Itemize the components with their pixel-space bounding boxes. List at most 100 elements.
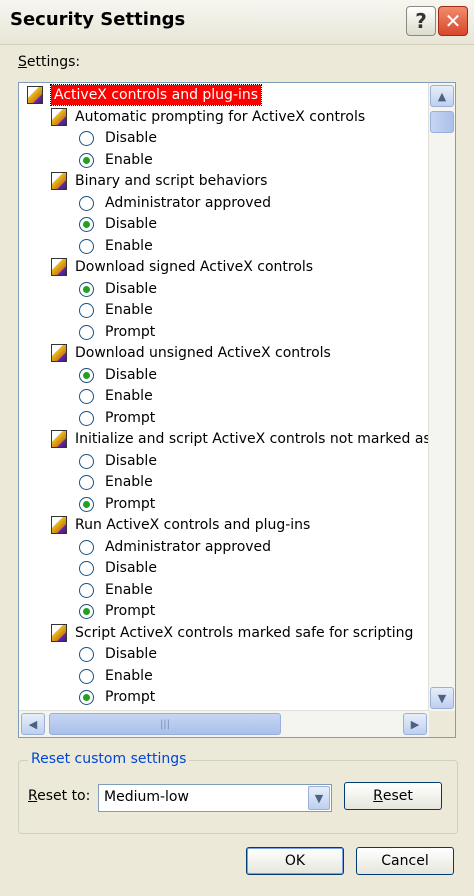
radio-option[interactable]: Disable (19, 279, 429, 299)
radio-option-label: Administrator approved (105, 194, 272, 211)
settings-tree[interactable]: ActiveX controls and plug-ins Automatic p… (18, 82, 456, 738)
radio-button[interactable] (79, 238, 94, 254)
radio-option[interactable]: Enable (19, 386, 429, 406)
scroll-up-button[interactable]: ▲ (430, 85, 454, 107)
scroll-right-button[interactable]: ▶ (403, 713, 427, 735)
radio-button-checked[interactable] (79, 690, 94, 705)
reset-level-dropdown[interactable]: Medium-low ▼ (98, 784, 332, 812)
reset-group-title: Reset custom settings (28, 751, 190, 767)
vertical-scrollbar[interactable]: ▲ ▼ (428, 83, 455, 711)
radio-button-checked[interactable] (79, 496, 94, 512)
radio-option[interactable]: Administrator approved (19, 193, 429, 213)
radio-option-label: Enable (105, 474, 153, 490)
horizontal-scrollbar[interactable]: ◀ ||| ▶ (19, 710, 429, 737)
tree-category-item[interactable]: Automatic prompting for ActiveX controls (19, 107, 429, 127)
settings-category-icon (51, 258, 67, 276)
radio-option[interactable]: Disable (19, 365, 429, 385)
radio-button[interactable] (79, 131, 94, 146)
tree-root-item[interactable]: ActiveX controls and plug-ins (19, 84, 429, 106)
settings-label: Settings: (18, 54, 81, 70)
tree-item-label: Binary and script behaviors (75, 173, 268, 189)
radio-option[interactable]: Enable (19, 472, 429, 492)
radio-button[interactable] (79, 453, 94, 469)
radio-option-label: Enable (105, 388, 153, 404)
radio-button[interactable] (79, 195, 94, 211)
radio-option-label: Disable (105, 560, 157, 576)
radio-option-label: Prompt (105, 409, 156, 426)
help-button[interactable]: ? (406, 6, 436, 36)
tree-item-label: Script ActiveX controls marked safe for … (75, 624, 414, 641)
radio-option[interactable]: Disable (19, 644, 429, 664)
radio-option-label: Prompt (105, 495, 156, 512)
radio-option[interactable]: Administrator approved (19, 537, 429, 557)
radio-option[interactable]: Prompt (19, 408, 429, 428)
radio-button[interactable] (79, 582, 94, 598)
radio-button-checked[interactable] (79, 604, 94, 619)
radio-button[interactable] (79, 668, 94, 684)
cancel-button[interactable]: Cancel (356, 847, 454, 875)
radio-button-checked[interactable] (79, 281, 94, 297)
radio-option[interactable]: Prompt (19, 494, 429, 514)
scroll-down-button[interactable]: ▼ (430, 687, 454, 709)
settings-category-icon (51, 172, 67, 190)
tree-category-item[interactable]: Download signed ActiveX controls (19, 257, 429, 277)
settings-category-icon (51, 430, 67, 448)
radio-option[interactable]: Enable (19, 150, 429, 170)
radio-option[interactable]: Enable (19, 300, 429, 320)
chevron-down-icon[interactable]: ▼ (308, 786, 330, 810)
tree-item-label: ActiveX controls and plug-ins (49, 84, 263, 106)
tree-category-item[interactable]: Binary and script behaviors (19, 171, 429, 191)
radio-button-checked[interactable] (79, 367, 94, 383)
tree-category-item[interactable]: Download unsigned ActiveX controls (19, 343, 429, 363)
radio-option-label: Administrator approved (105, 538, 272, 555)
radio-option-label: Disable (105, 452, 157, 469)
radio-option-label: Disable (105, 280, 157, 297)
radio-option[interactable]: Enable (19, 580, 429, 600)
radio-option[interactable]: Disable (19, 451, 429, 471)
ok-button[interactable]: OK (246, 847, 344, 875)
tree-item-label: Run ActiveX controls and plug-ins (75, 517, 311, 533)
radio-option[interactable]: Prompt (19, 601, 429, 621)
radio-option-label: Prompt (105, 323, 156, 340)
radio-option[interactable]: Prompt (19, 687, 429, 707)
radio-option[interactable]: Disable (19, 128, 429, 148)
radio-option[interactable]: Enable (19, 236, 429, 256)
settings-category-icon (51, 516, 67, 534)
radio-option[interactable]: Disable (19, 214, 429, 234)
radio-button[interactable] (79, 324, 94, 340)
radio-option-label: Disable (105, 366, 157, 383)
radio-option[interactable]: Enable (19, 666, 429, 686)
title-bar: Security Settings ? ✕ (0, 0, 474, 45)
radio-option-label: Enable (105, 151, 153, 168)
radio-button[interactable] (79, 539, 94, 555)
radio-button[interactable] (79, 389, 94, 404)
radio-button[interactable] (79, 475, 94, 490)
reset-to-label: Reset to: (28, 788, 91, 804)
tree-category-item[interactable]: Initialize and script ActiveX controls n… (19, 429, 455, 449)
window-title: Security Settings (10, 9, 186, 30)
tree-item-label: Initialize and script ActiveX controls n… (75, 431, 456, 447)
radio-option[interactable]: Disable (19, 558, 429, 578)
vertical-scroll-thumb[interactable] (430, 111, 454, 133)
tree-category-item[interactable]: Script ActiveX controls marked safe for … (19, 623, 429, 643)
radio-option-label: Enable (105, 667, 153, 684)
radio-option-label: Enable (105, 237, 153, 254)
reset-button[interactable]: Reset (344, 782, 442, 810)
tree-item-label: Download signed ActiveX controls (75, 259, 314, 275)
radio-button-checked[interactable] (79, 217, 94, 232)
tree-category-item[interactable]: Run ActiveX controls and plug-ins (19, 515, 429, 535)
radio-button-checked[interactable] (79, 152, 94, 168)
horizontal-scroll-thumb[interactable]: ||| (49, 713, 281, 735)
radio-button[interactable] (79, 410, 94, 426)
radio-option[interactable]: Prompt (19, 322, 429, 342)
radio-button[interactable] (79, 561, 94, 576)
settings-category-icon (51, 107, 67, 126)
close-button[interactable]: ✕ (438, 6, 468, 36)
radio-option-label: Prompt (105, 603, 156, 619)
radio-button[interactable] (79, 647, 94, 662)
radio-option-label: Enable (105, 581, 153, 598)
reset-level-value: Medium-low (104, 789, 189, 805)
radio-button[interactable] (79, 303, 94, 318)
scroll-left-button[interactable]: ◀ (21, 713, 45, 735)
radio-option-label: Disable (105, 130, 157, 146)
